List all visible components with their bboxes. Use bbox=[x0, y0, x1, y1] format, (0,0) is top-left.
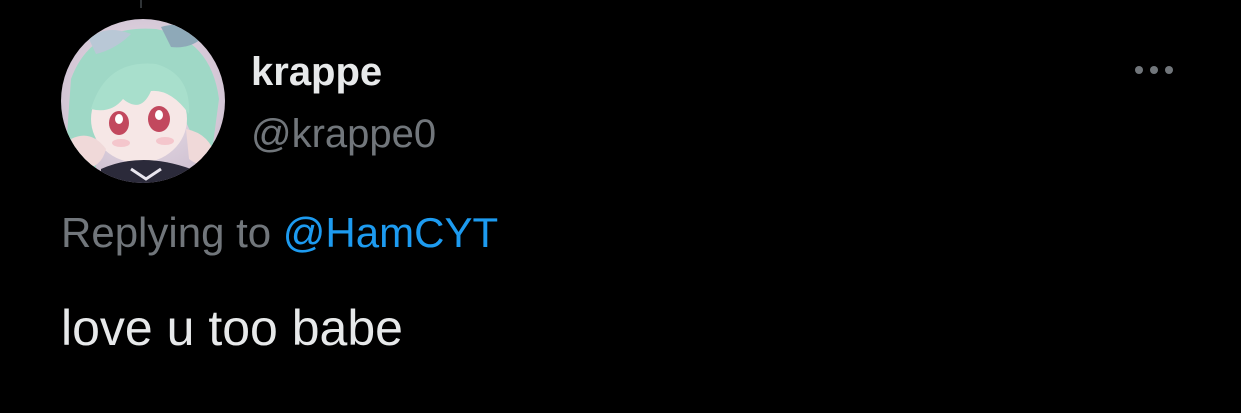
thread-connector-line bbox=[140, 0, 142, 8]
tweet-text: love u too babe bbox=[61, 300, 403, 356]
author-display-name[interactable]: krappe bbox=[251, 46, 382, 98]
avatar[interactable] bbox=[61, 19, 225, 183]
reply-mention-link[interactable]: @HamCYT bbox=[283, 209, 498, 256]
more-horizontal-icon bbox=[1135, 66, 1173, 74]
author-handle[interactable]: @krappe0 bbox=[251, 108, 436, 160]
replying-to-label: Replying to bbox=[61, 209, 283, 256]
replying-to-line: Replying to @HamCYT bbox=[61, 205, 498, 261]
more-options-button[interactable] bbox=[1126, 55, 1182, 85]
anime-avatar-icon bbox=[61, 19, 225, 183]
